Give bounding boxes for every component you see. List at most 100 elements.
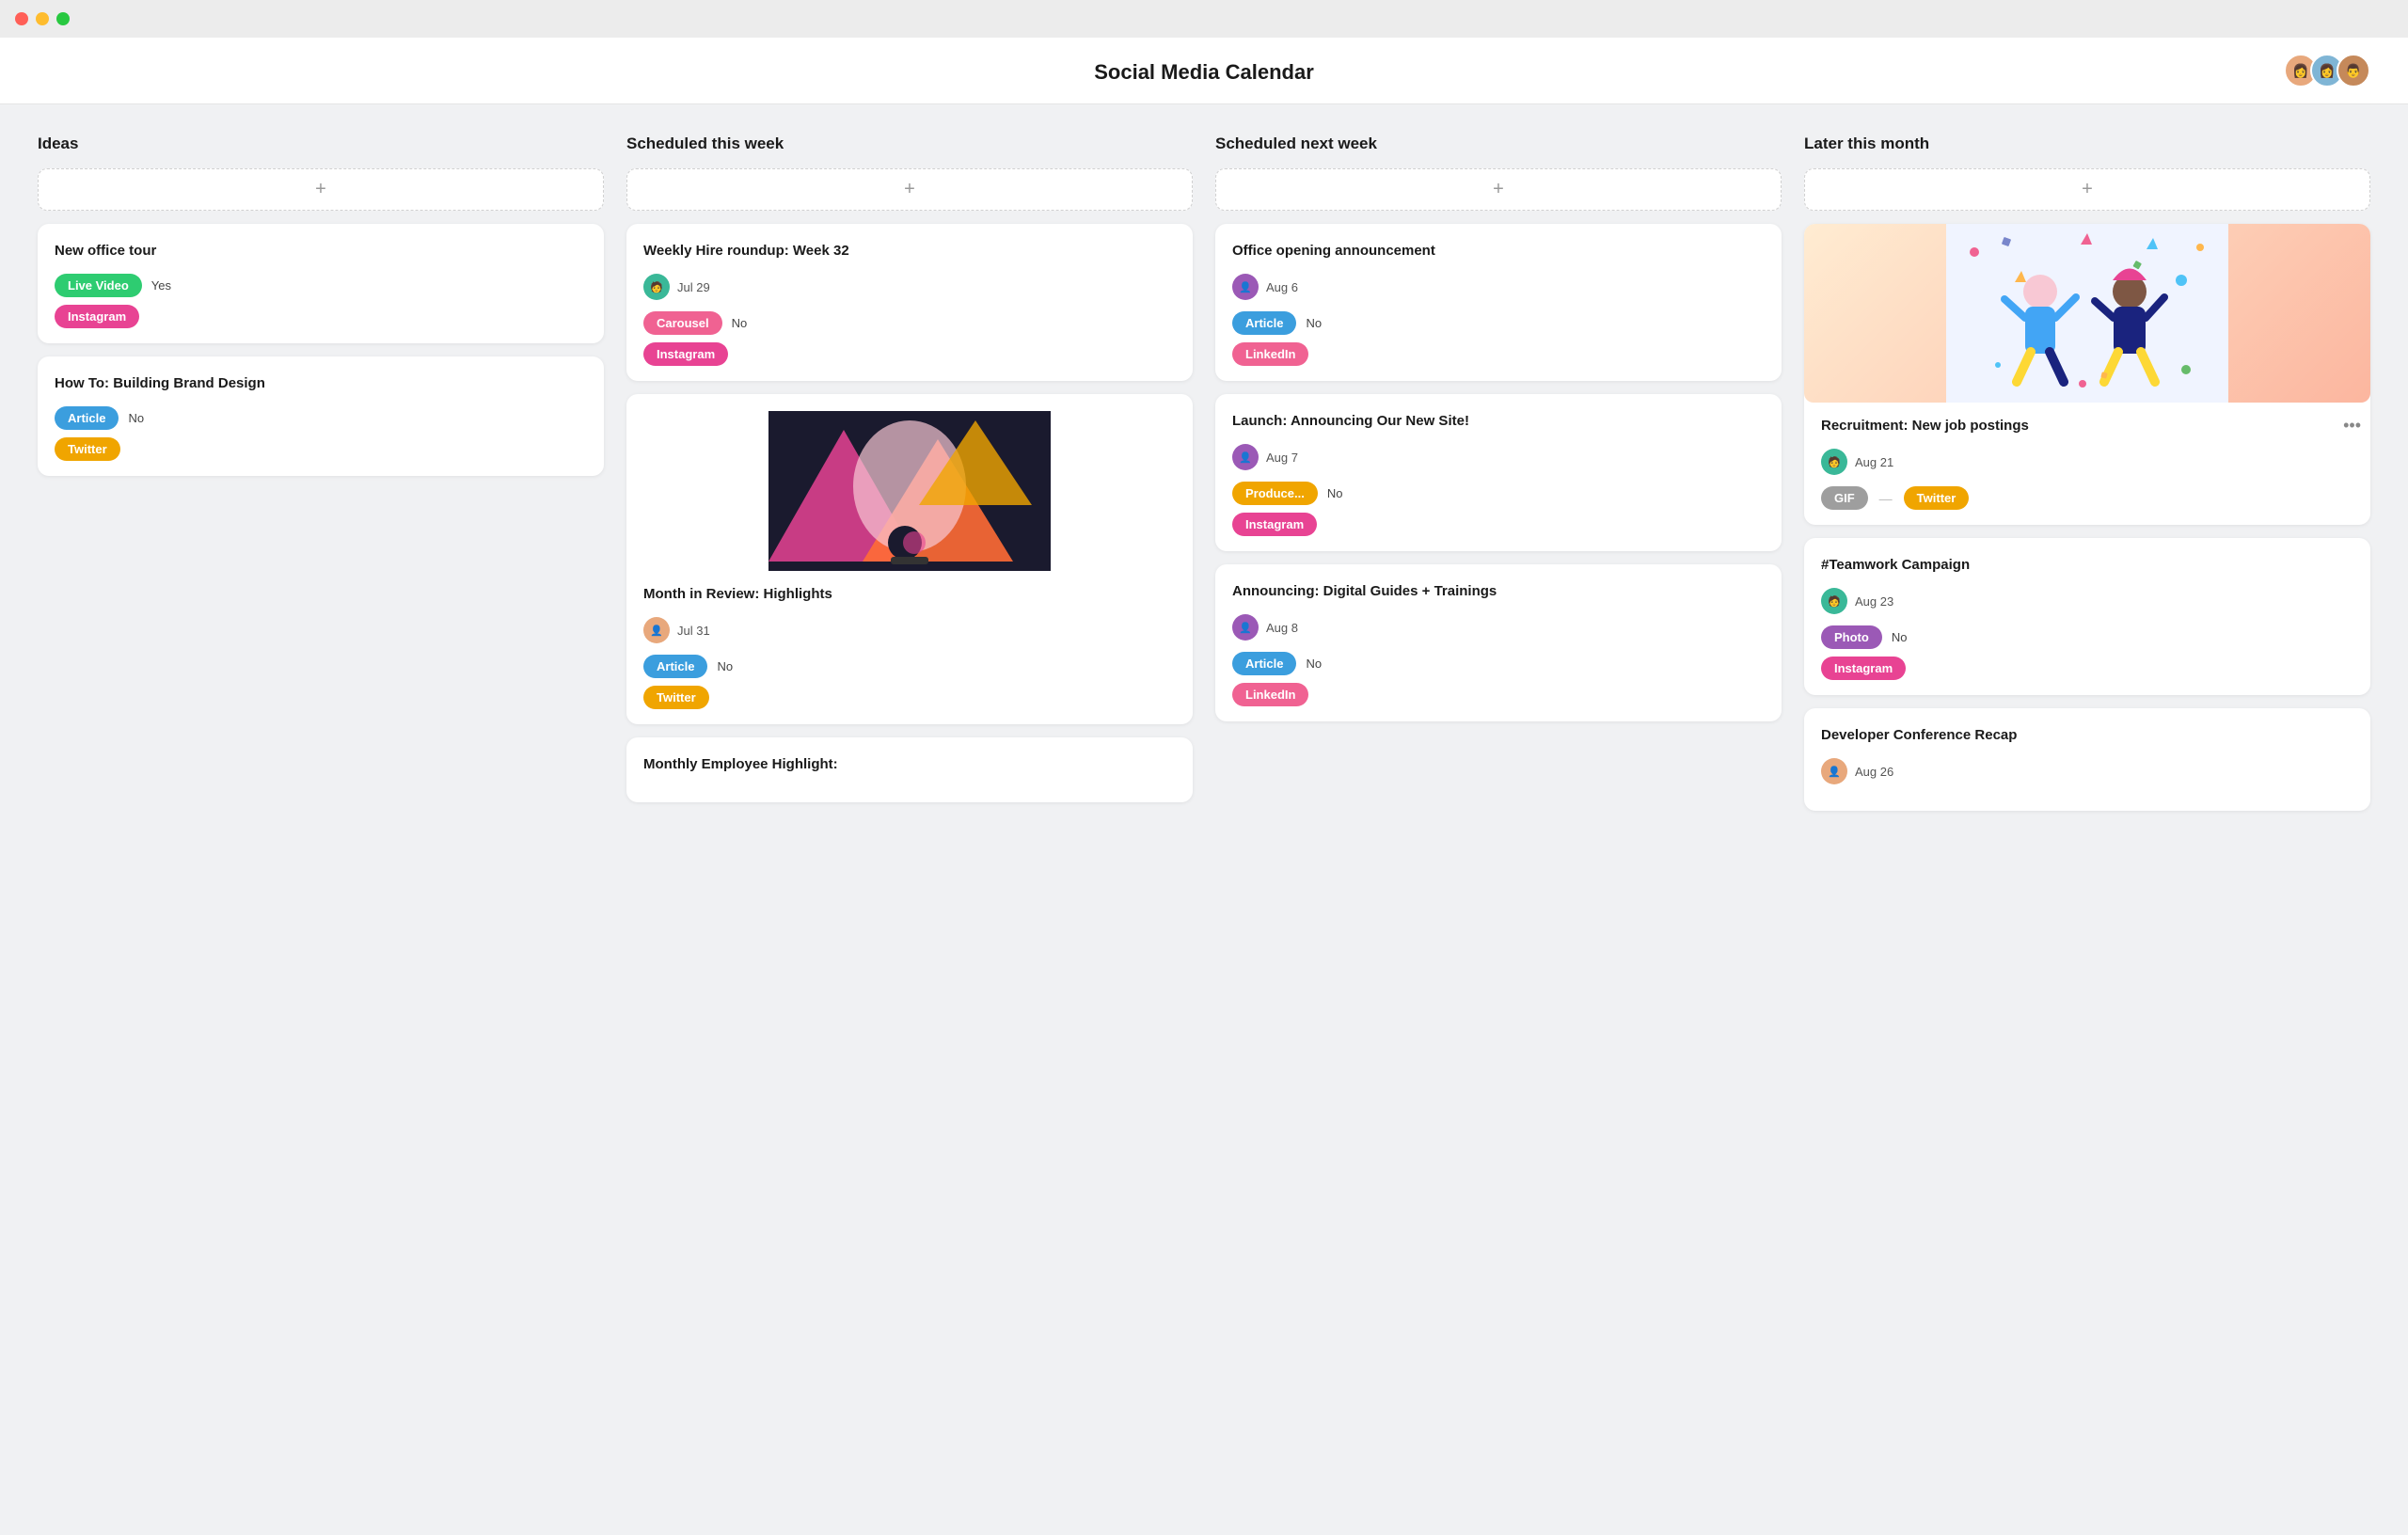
tag-article[interactable]: Article xyxy=(1232,311,1296,335)
tag-instagram[interactable]: Instagram xyxy=(55,305,139,328)
tag-instagram[interactable]: Instagram xyxy=(1232,513,1317,536)
tag-photo[interactable]: Photo xyxy=(1821,625,1882,649)
tag-no: No xyxy=(732,316,748,330)
tag-yes: Yes xyxy=(151,278,171,293)
card-meta: 👤 Aug 26 xyxy=(1821,758,2353,784)
card-title: Month in Review: Highlights xyxy=(643,584,1176,604)
tag-article[interactable]: Article xyxy=(643,655,707,678)
more-options-button[interactable]: ••• xyxy=(2343,416,2361,435)
card-date: Jul 31 xyxy=(677,624,710,638)
card-tags-2: Instagram xyxy=(643,342,1176,366)
add-ideas-button[interactable]: + xyxy=(38,168,604,211)
tag-produce[interactable]: Produce... xyxy=(1232,482,1318,505)
tag-live-video[interactable]: Live Video xyxy=(55,274,142,297)
add-next-week-button[interactable]: + xyxy=(1215,168,1782,211)
card-tags-2: Instagram xyxy=(1232,513,1765,536)
tag-instagram[interactable]: Instagram xyxy=(1821,657,1906,680)
card-meta: 👤 Aug 7 xyxy=(1232,444,1765,470)
card-tags-2: Instagram xyxy=(1821,657,2353,680)
tag-twitter[interactable]: Twitter xyxy=(1904,486,1970,510)
card-dev-conference: Developer Conference Recap 👤 Aug 26 xyxy=(1804,708,2370,811)
card-tags: Produce... No xyxy=(1232,482,1765,505)
tag-linkedin[interactable]: LinkedIn xyxy=(1232,683,1308,706)
card-new-office-tour: New office tour Live Video Yes Instagram xyxy=(38,224,604,343)
card-title: How To: Building Brand Design xyxy=(55,373,587,393)
tag-gif[interactable]: GIF xyxy=(1821,486,1868,510)
card-tags: Article No xyxy=(55,406,587,430)
card-meta: 🧑 Aug 21 xyxy=(1821,449,2353,475)
close-dot[interactable] xyxy=(15,12,28,25)
card-tags: Article No xyxy=(1232,311,1765,335)
column-header: Scheduled next week xyxy=(1215,135,1782,153)
tag-article[interactable]: Article xyxy=(55,406,119,430)
card-date: Jul 29 xyxy=(677,280,710,294)
card-title: #Teamwork Campaign xyxy=(1821,555,2353,575)
page-title: Social Media Calendar xyxy=(0,60,2408,85)
card-weekly-hire: Weekly Hire roundup: Week 32 🧑 Jul 29 Ca… xyxy=(626,224,1193,381)
column-scheduled-this-week: Scheduled this week + Weekly Hire roundu… xyxy=(626,135,1193,824)
card-tags: Carousel No xyxy=(643,311,1176,335)
avatar-small: 👤 xyxy=(1232,614,1259,641)
avatar-small: 👤 xyxy=(1821,758,1847,784)
tag-no: No xyxy=(1306,316,1322,330)
maximize-dot[interactable] xyxy=(56,12,70,25)
tag-twitter[interactable]: Twitter xyxy=(55,437,120,461)
card-date: Aug 6 xyxy=(1266,280,1298,294)
tag-instagram[interactable]: Instagram xyxy=(643,342,728,366)
card-meta: 🧑 Aug 23 xyxy=(1821,588,2353,614)
card-date: Aug 23 xyxy=(1855,594,1893,609)
card-tags-2: LinkedIn xyxy=(1232,342,1765,366)
header: Social Media Calendar 👩 👩 👨 xyxy=(0,38,2408,104)
tag-dash: — xyxy=(1879,491,1893,506)
main-content: Ideas + New office tour Live Video Yes I… xyxy=(0,104,2408,854)
card-date: Aug 8 xyxy=(1266,621,1298,635)
card-tags-2: Twitter xyxy=(55,437,587,461)
card-meta: 👤 Jul 31 xyxy=(643,617,1176,643)
add-this-week-button[interactable]: + xyxy=(626,168,1193,211)
card-title: Developer Conference Recap xyxy=(1821,725,2353,745)
column-later-this-month: Later this month + xyxy=(1804,135,2370,824)
card-meta: 👤 Aug 8 xyxy=(1232,614,1765,641)
board: Ideas + New office tour Live Video Yes I… xyxy=(38,135,2370,824)
card-building-brand: How To: Building Brand Design Article No… xyxy=(38,356,604,476)
avatar-small: 👤 xyxy=(1232,274,1259,300)
tag-no: No xyxy=(717,659,733,673)
card-date: Aug 21 xyxy=(1855,455,1893,469)
card-office-opening: Office opening announcement 👤 Aug 6 Arti… xyxy=(1215,224,1782,381)
tag-carousel[interactable]: Carousel xyxy=(643,311,722,335)
column-ideas-header: Ideas xyxy=(38,135,604,153)
card-title: Office opening announcement xyxy=(1232,241,1765,261)
card-month-in-review: Month in Review: Highlights 👤 Jul 31 Art… xyxy=(626,394,1193,724)
avatar-small: 🧑 xyxy=(1821,449,1847,475)
card-new-site: Launch: Announcing Our New Site! 👤 Aug 7… xyxy=(1215,394,1782,551)
avatar-small: 👤 xyxy=(1232,444,1259,470)
add-later-button[interactable]: + xyxy=(1804,168,2370,211)
minimize-dot[interactable] xyxy=(36,12,49,25)
card-teamwork-campaign: #Teamwork Campaign 🧑 Aug 23 Photo No Ins… xyxy=(1804,538,2370,695)
card-title: Recruitment: New job postings xyxy=(1821,416,2353,435)
tag-article[interactable]: Article xyxy=(1232,652,1296,675)
card-tags-2: Twitter xyxy=(643,686,1176,709)
card-image xyxy=(643,411,1176,571)
card-digital-guides: Announcing: Digital Guides + Trainings 👤… xyxy=(1215,564,1782,721)
card-monthly-employee: Monthly Employee Highlight: xyxy=(626,737,1193,802)
card-meta: 👤 Aug 6 xyxy=(1232,274,1765,300)
avatar-small: 🧑 xyxy=(1821,588,1847,614)
card-tags: Live Video Yes xyxy=(55,274,587,297)
card-date: Aug 26 xyxy=(1855,765,1893,779)
column-ideas: Ideas + New office tour Live Video Yes I… xyxy=(38,135,604,824)
card-title: Announcing: Digital Guides + Trainings xyxy=(1232,581,1765,601)
card-title: Launch: Announcing Our New Site! xyxy=(1232,411,1765,431)
card-recruitment: ••• Recruitment: New job postings 🧑 Aug … xyxy=(1804,224,2370,525)
tag-linkedin[interactable]: LinkedIn xyxy=(1232,342,1308,366)
tag-twitter[interactable]: Twitter xyxy=(643,686,709,709)
tag-no: No xyxy=(1327,486,1343,500)
card-tags: GIF — Twitter xyxy=(1821,486,2353,510)
column-scheduled-next-week: Scheduled next week + Office opening ann… xyxy=(1215,135,1782,824)
column-header: Later this month xyxy=(1804,135,2370,153)
header-avatars: 👩 👩 👨 xyxy=(2291,54,2370,87)
card-title: New office tour xyxy=(55,241,587,261)
card-tags-2: Instagram xyxy=(55,305,587,328)
card-tags: Photo No xyxy=(1821,625,2353,649)
avatar-small: 🧑 xyxy=(643,274,670,300)
